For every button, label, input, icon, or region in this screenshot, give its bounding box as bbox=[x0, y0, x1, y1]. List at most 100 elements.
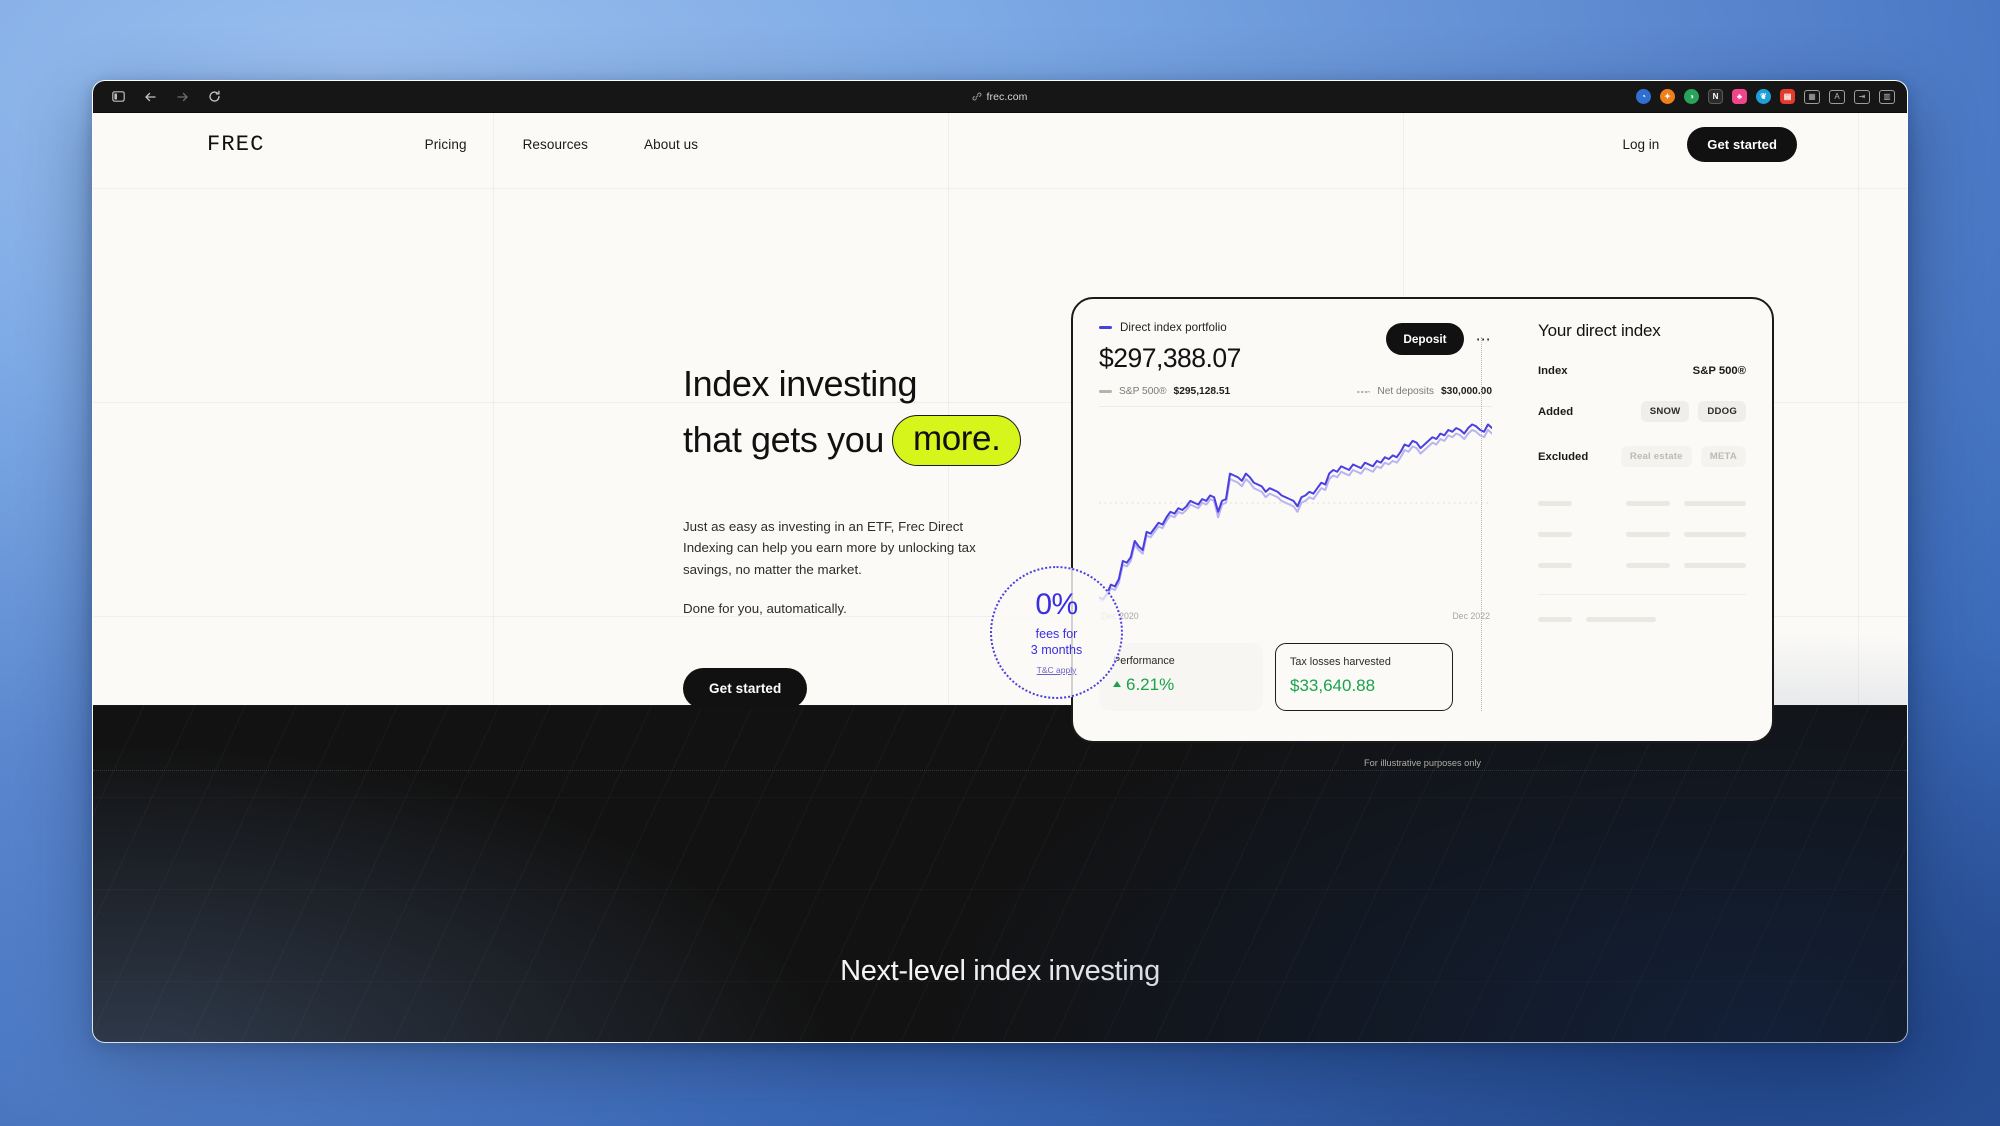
chip-ddog[interactable]: DDOG bbox=[1698, 401, 1746, 422]
fee-subtitle: fees for 3 months bbox=[1031, 627, 1082, 658]
illustrative-caption: For illustrative purposes only bbox=[1364, 758, 1481, 768]
tax-losses-label: Tax losses harvested bbox=[1290, 656, 1391, 668]
panel-key-excluded: Excluded bbox=[1538, 450, 1589, 463]
extension-icon-1[interactable]: ◔ bbox=[1636, 89, 1651, 104]
fee-promo-badge: 0% fees for 3 months T&C apply bbox=[990, 566, 1123, 699]
extension-icon-6[interactable]: ❦ bbox=[1756, 89, 1771, 104]
portfolio-legend-label: Direct index portfolio bbox=[1120, 321, 1227, 334]
url-bar[interactable]: frec.com bbox=[960, 88, 1039, 106]
dashboard-subvalues: S&P 500® $295,128.51 Net deposits $30,00… bbox=[1099, 386, 1492, 407]
hero-get-started-button[interactable]: Get started bbox=[683, 668, 808, 710]
benchmark-item: S&P 500® $295,128.51 bbox=[1099, 386, 1230, 397]
desktop-background: frec.com ◔ ✦ ◑ N ♣ ❦ ▤ ▦ A ⇥ ▥ FREC Pric… bbox=[0, 0, 2000, 1126]
skeleton-row bbox=[1538, 617, 1746, 622]
net-deposits-value: $30,000.00 bbox=[1441, 386, 1492, 397]
skeleton-bar bbox=[1626, 532, 1670, 537]
benchmark-label: S&P 500® bbox=[1119, 386, 1167, 397]
sidebar-toggle-icon[interactable] bbox=[105, 86, 131, 108]
forward-arrow-icon[interactable] bbox=[169, 86, 195, 108]
extension-icon-2[interactable]: ✦ bbox=[1660, 89, 1675, 104]
extension-icon-4[interactable]: N bbox=[1708, 89, 1723, 104]
extension-icon-3[interactable]: ◑ bbox=[1684, 89, 1699, 104]
portfolio-legend: Direct index portfolio bbox=[1099, 321, 1386, 334]
panel-key-index: Index bbox=[1538, 365, 1568, 377]
share-icon[interactable]: ⇥ bbox=[1854, 89, 1870, 104]
tax-losses-value-wrapper: $33,640.88 bbox=[1290, 676, 1438, 696]
benchmark-legend-icon bbox=[1099, 390, 1112, 393]
net-deposits-item: Net deposits $30,000.00 bbox=[1357, 386, 1492, 397]
skeleton-row bbox=[1538, 501, 1746, 506]
nav-link-pricing[interactable]: Pricing bbox=[425, 137, 467, 152]
tabs-icon[interactable]: ▥ bbox=[1879, 89, 1895, 104]
hero-description: Just as easy as investing in an ETF, Fre… bbox=[683, 518, 976, 577]
chip-real-estate[interactable]: Real estate bbox=[1620, 446, 1692, 467]
tax-losses-value: $33,640.88 bbox=[1290, 676, 1376, 695]
more-options-icon[interactable]: ⋯ bbox=[1476, 332, 1492, 347]
panel-values-excluded: Real estate META bbox=[1620, 446, 1746, 467]
skeleton-bar bbox=[1626, 563, 1670, 568]
fee-percent: 0% bbox=[1035, 588, 1078, 622]
panel-skeleton-rows bbox=[1538, 501, 1746, 622]
performance-value: 6.21% bbox=[1126, 675, 1175, 694]
frec-logo[interactable]: FREC bbox=[207, 132, 265, 157]
nav-link-about-us[interactable]: About us bbox=[644, 137, 698, 152]
performance-value-wrapper: 6.21% bbox=[1113, 675, 1249, 695]
chart-tick-end: Dec 2022 bbox=[1452, 611, 1490, 621]
dark-section-divider bbox=[93, 770, 1907, 771]
skeleton-bar bbox=[1586, 617, 1656, 622]
dashboard-preview-card: Direct index portfolio $297,388.07 Depos… bbox=[1071, 297, 1774, 743]
reload-icon[interactable] bbox=[201, 86, 227, 108]
dark-feature-section: Next-level index investing bbox=[93, 705, 1907, 1042]
headline-line-1: Index investing bbox=[683, 363, 918, 404]
nav-link-resources[interactable]: Resources bbox=[523, 137, 588, 152]
panel-key-added: Added bbox=[1538, 405, 1574, 418]
dashboard-inner: Direct index portfolio $297,388.07 Depos… bbox=[1073, 299, 1772, 741]
dashboard-header-actions: Deposit ⋯ bbox=[1386, 323, 1492, 355]
extension-icon-7[interactable]: ▤ bbox=[1780, 89, 1795, 104]
deposit-button[interactable]: Deposit bbox=[1386, 323, 1464, 355]
net-deposits-legend-icon bbox=[1357, 390, 1371, 393]
dashboard-header-left: Direct index portfolio $297,388.07 bbox=[1099, 321, 1386, 374]
fee-subtitle-line-2: 3 months bbox=[1030, 642, 1083, 657]
terms-link[interactable]: T&C apply bbox=[1037, 665, 1077, 675]
skeleton-bar bbox=[1684, 501, 1746, 506]
stat-card-tax-losses: Tax losses harvested $33,640.88 bbox=[1275, 643, 1453, 711]
link-icon bbox=[972, 92, 982, 101]
skeleton-bar bbox=[1684, 532, 1746, 537]
web-page: FREC Pricing Resources About us Log in G… bbox=[93, 113, 1907, 1042]
skeleton-bar bbox=[1538, 617, 1572, 622]
panel-values-added: SNOW DDOG bbox=[1640, 401, 1746, 422]
grid-icon[interactable]: ▦ bbox=[1804, 89, 1820, 104]
page-title: Index investing that gets you more. bbox=[683, 361, 1103, 466]
browser-window: frec.com ◔ ✦ ◑ N ♣ ❦ ▤ ▦ A ⇥ ▥ FREC Pric… bbox=[92, 80, 1908, 1043]
fee-subtitle-line-1: fees for bbox=[1035, 627, 1078, 642]
performance-chart: Dec 2020 Dec 2022 bbox=[1099, 413, 1492, 635]
nav-get-started-button[interactable]: Get started bbox=[1687, 126, 1797, 162]
skeleton-bar bbox=[1684, 563, 1746, 568]
skeleton-row bbox=[1538, 563, 1746, 568]
panel-row-added: Added SNOW DDOG bbox=[1538, 401, 1746, 422]
dashboard-header: Direct index portfolio $297,388.07 Depos… bbox=[1099, 321, 1492, 374]
url-text: frec.com bbox=[986, 90, 1028, 103]
caret-up-icon bbox=[1113, 681, 1121, 687]
extension-icon-5[interactable]: ♣ bbox=[1732, 89, 1747, 104]
portfolio-balance: $297,388.07 bbox=[1099, 343, 1241, 373]
headline-line-2: that gets you more. bbox=[683, 414, 1103, 466]
skeleton-bar bbox=[1538, 501, 1572, 506]
back-arrow-icon[interactable] bbox=[137, 86, 163, 108]
panel-row-index: Index S&P 500® bbox=[1538, 365, 1746, 377]
chip-snow[interactable]: SNOW bbox=[1640, 401, 1690, 422]
chart-line-benchmark bbox=[1099, 428, 1492, 602]
login-link[interactable]: Log in bbox=[1622, 137, 1659, 152]
browser-toolbar: frec.com ◔ ✦ ◑ N ♣ ❦ ▤ ▦ A ⇥ ▥ bbox=[93, 81, 1907, 113]
performance-chart-svg bbox=[1099, 423, 1492, 602]
skeleton-bar bbox=[1626, 501, 1670, 506]
skeleton-bar bbox=[1538, 563, 1572, 568]
chip-meta[interactable]: META bbox=[1700, 446, 1746, 467]
translate-icon[interactable]: A bbox=[1829, 89, 1845, 104]
panel-values-index: S&P 500® bbox=[1693, 365, 1746, 377]
panel-row-excluded: Excluded Real estate META bbox=[1538, 446, 1746, 467]
dashboard-portfolio-column: Direct index portfolio $297,388.07 Depos… bbox=[1099, 321, 1510, 725]
skeleton-divider bbox=[1538, 594, 1746, 595]
skeleton-row bbox=[1538, 532, 1746, 537]
